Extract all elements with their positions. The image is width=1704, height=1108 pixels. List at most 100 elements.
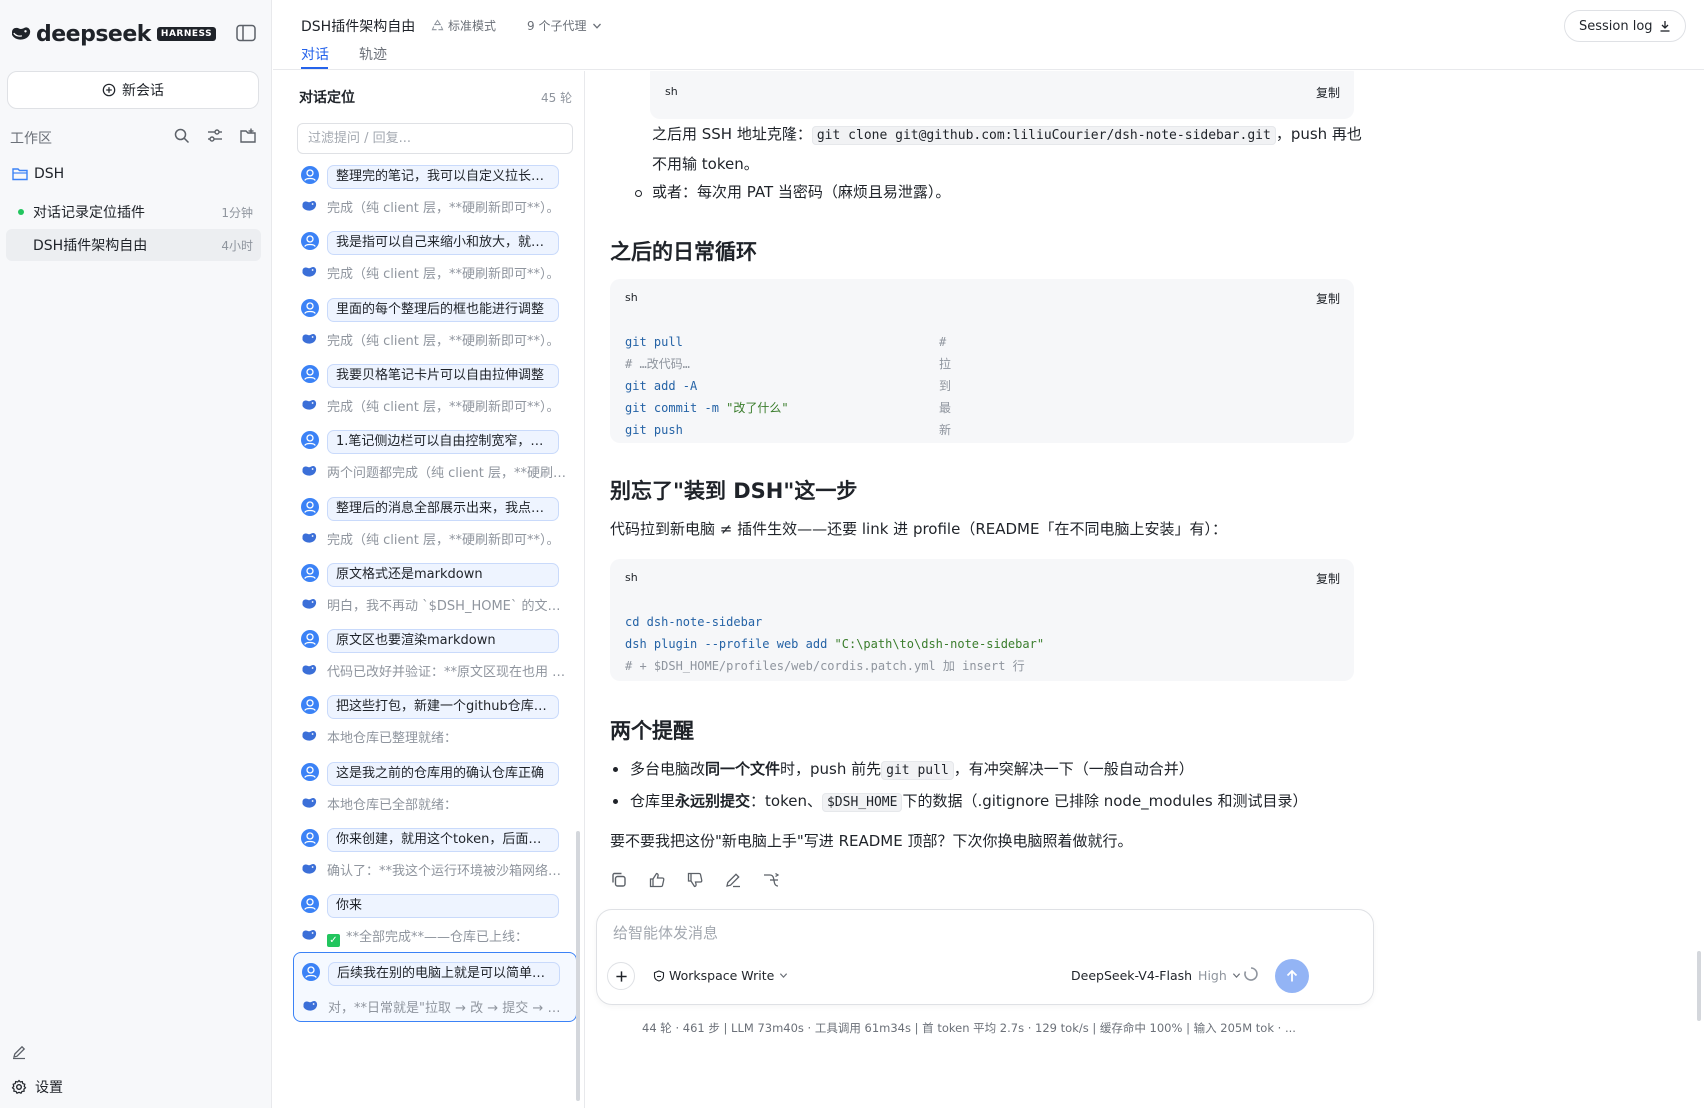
copy-button[interactable]: 复制: [1316, 84, 1340, 101]
main-scrollbar[interactable]: [1697, 951, 1701, 1021]
branch-icon[interactable]: [762, 871, 780, 889]
locator-item[interactable]: 1.笔记侧边栏可以自由控制宽窄，2.整理两个问题都完成（纯 client 层，*…: [297, 424, 577, 486]
deepseek-whale-icon: [302, 267, 317, 277]
locator-item[interactable]: 这是我之前的仓库用的确认仓库正确 本地仓库已全部就绪：: [297, 756, 577, 818]
conversation-time: 4小时: [221, 238, 253, 253]
locator-question: 我是指可以自己来缩小和放大，就像窗口: [327, 231, 559, 256]
locator-item[interactable]: 原文格式还是markdown 明白，我不再动 `$DSH_HOME` 的文件，改回: [297, 557, 577, 619]
filter-settings-icon[interactable]: [206, 127, 224, 145]
message-composer: Workspace Write DeepSeek-V4-Flash High: [596, 909, 1374, 1005]
locator-item[interactable]: 整理后的消息全部展示出来，我点击可以 完成（纯 client 层，**硬刷新即可*…: [297, 491, 577, 553]
copy-button[interactable]: 复制: [1316, 290, 1340, 307]
locator-answer: 两个问题都完成（纯 client 层，**硬刷新即可**）: [327, 466, 567, 482]
attach-button[interactable]: [607, 962, 635, 990]
locator-item[interactable]: 我是指可以自己来缩小和放大，就像窗口 完成（纯 client 层，**硬刷新即可*…: [297, 225, 577, 287]
locator-item[interactable]: 你来创建，就用这个token，后面我会删 确认了：**我这个运行环境被沙箱网络限制: [297, 822, 577, 884]
locator-item[interactable]: 后续我在别的电脑上就是可以简单的拉取 对，**日常就是"拉取 → 改 → 提交 →…: [293, 951, 577, 1022]
locator-item[interactable]: 我要贝格笔记卡片可以自由拉伸调整 完成（纯 client 层，**硬刷新即可**）…: [297, 358, 577, 420]
inline-code-dsh-home: $DSH_HOME: [821, 793, 903, 812]
code-line: dsh plugin --profile web add "C:\path\to…: [625, 637, 1045, 651]
top-header: DSH插件架构自由 标准模式 9 个子代理 对话 轨迹 Session log: [273, 0, 1704, 70]
locator-answer: 完成（纯 client 层，**硬刷新即可**）。: [327, 333, 560, 349]
edit-icon[interactable]: [724, 871, 742, 889]
subagents-label: 9 个子代理: [527, 19, 587, 33]
user-avatar-icon: [301, 630, 319, 649]
deepseek-whale-icon: [302, 333, 317, 344]
locator-item[interactable]: 原文区也要渲染markdown 代码已改好并验证：**原文区现在也用 markdo…: [297, 623, 577, 685]
clone-suffix: ，push 再也: [1275, 125, 1362, 143]
sidebar-toggle-icon[interactable]: [236, 24, 256, 42]
deepseek-whale-icon: [302, 731, 317, 741]
locator-question: 这是我之前的仓库用的确认仓库正确: [327, 761, 559, 786]
user-avatar-icon: [301, 298, 319, 317]
new-chat-label: 新会话: [122, 83, 164, 99]
gear-icon: [11, 1079, 27, 1094]
locator-answer: 确认了：**我这个运行环境被沙箱网络限制: [327, 864, 567, 879]
search-icon[interactable]: [173, 127, 191, 145]
locator-question: 整理后的消息全部展示出来，我点击可以: [327, 496, 559, 521]
locator-item[interactable]: 把这些打包，新建一个github仓库存起来 本地仓库已整理就绪：: [297, 689, 577, 751]
plus-circle-icon: [102, 83, 116, 97]
user-avatar-icon: [301, 232, 319, 251]
send-button[interactable]: [1275, 959, 1309, 993]
brand[interactable]: deepseek HARNESS: [10, 20, 217, 48]
model-name: DeepSeek-V4-Flash: [1071, 968, 1193, 983]
chevron-down-icon: [1232, 973, 1240, 978]
message-input[interactable]: [613, 924, 1313, 942]
mode-indicator[interactable]: 标准模式: [431, 17, 496, 34]
locator-scrollbar[interactable]: [576, 831, 580, 1101]
locator-item[interactable]: 里面的每个整理后的框也能进行调整 完成（纯 client 层，**硬刷新即可**）…: [297, 292, 577, 354]
session-log-button[interactable]: Session log: [1564, 10, 1686, 42]
bullet-tip1: 多台电脑改同一个文件时，push 前先 git pull ，有冲突解决一下（一般自动…: [613, 755, 1194, 785]
check-icon: ✓: [327, 934, 340, 948]
locator-question: 原文格式还是markdown: [327, 562, 559, 587]
code-block-install: sh 复制 cd dsh-note-sidebar dsh plugin --p…: [610, 559, 1354, 681]
deepseek-whale-icon: [302, 930, 317, 940]
download-icon: [1660, 21, 1670, 32]
model-selector[interactable]: DeepSeek-V4-Flash High: [1071, 968, 1241, 983]
locator-question: 你来: [327, 894, 559, 919]
status-bar: 44 轮 · 461 步 | LLM 73m40s · 工具调用 61m34s …: [642, 1021, 1296, 1035]
locator-question: 1.笔记侧边栏可以自由控制宽窄，2.整理: [327, 430, 559, 455]
closing-paragraph: 要不要我把这份"新电脑上手"写进 README 顶部？下次你换电脑照着做就行。: [610, 832, 1133, 850]
conversation-item[interactable]: 对话记录定位插件 1分钟: [6, 196, 261, 228]
folder-dsh[interactable]: DSH: [12, 166, 64, 182]
conversation-title: 对话记录定位插件: [33, 205, 145, 221]
sidebar: deepseek HARNESS 新会话 工作区 DSH 对话记录定位插件 1分…: [0, 0, 272, 1108]
deepseek-whale-icon: [302, 665, 317, 675]
deepseek-whale-icon: [303, 1000, 318, 1011]
user-avatar-icon: [301, 364, 319, 383]
folder-open-icon: [12, 168, 28, 181]
code-lines: git pull # 拉到最新 # …改代码… git add -A git co…: [625, 331, 951, 441]
user-avatar-icon: [301, 563, 319, 582]
new-chat-button[interactable]: 新会话: [7, 71, 259, 109]
brand-name: deepseek: [36, 21, 151, 47]
copy-button[interactable]: 复制: [1316, 570, 1340, 587]
thumbs-up-icon[interactable]: [648, 871, 666, 889]
code-line: git push: [625, 423, 683, 437]
edit-pen-icon[interactable]: [11, 1044, 27, 1060]
workspace-mode-dropdown[interactable]: Workspace Write: [653, 968, 792, 983]
locator-title: 对话定位: [299, 90, 355, 106]
user-avatar-icon: [301, 696, 319, 715]
locator-item[interactable]: 你来 ✓ **全部完成**——仓库已上线：: [297, 888, 577, 950]
subagents-dropdown[interactable]: 9 个子代理: [527, 17, 602, 34]
settings-button[interactable]: 设置: [11, 1077, 63, 1097]
deepseek-whale-icon: [302, 532, 317, 543]
shield-edit-icon: [653, 969, 665, 982]
locator-answer: 对，**日常就是"拉取 → 改 → 提交 → 推送"**: [328, 1000, 568, 1016]
code-line: cd dsh-note-sidebar: [625, 615, 763, 629]
running-status-dot: [18, 209, 24, 215]
tab-trajectory[interactable]: 轨迹: [359, 44, 387, 64]
code-line: # + $DSH_HOME/profiles/web/cordis.patch.…: [625, 659, 1025, 673]
tab-conversation[interactable]: 对话: [301, 44, 329, 64]
settings-label: 设置: [35, 1080, 63, 1096]
bullet-or: 或者：每次用 PAT 当密码（麻烦且易泄露）。: [634, 178, 950, 206]
copy-icon[interactable]: [610, 871, 628, 889]
locator-item[interactable]: 整理完的笔记，我可以自定义拉长度吗 完成（纯 client 层，**硬刷新即可**…: [297, 159, 577, 221]
thumbs-down-icon[interactable]: [686, 871, 704, 889]
conversation-item-active[interactable]: DSH插件架构自由 4小时: [6, 229, 261, 261]
locator-filter-input[interactable]: [297, 123, 573, 154]
new-folder-icon[interactable]: [239, 127, 257, 145]
clone-prefix: 之后用 SSH 地址克隆：: [652, 125, 812, 143]
